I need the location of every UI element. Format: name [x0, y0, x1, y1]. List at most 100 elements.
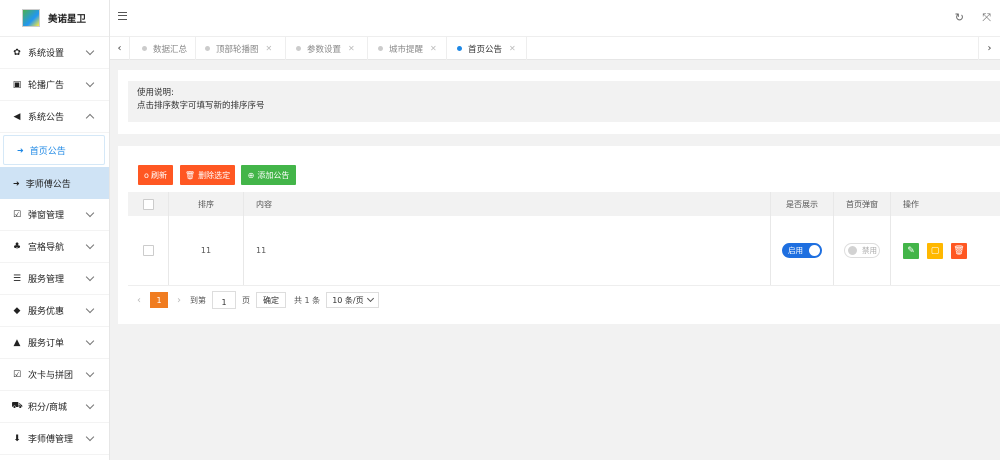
chevron-down-icon [85, 304, 95, 314]
page-size-select[interactable]: 10 条/页 [326, 292, 379, 308]
cart-icon: ⛟ [11, 401, 23, 411]
note-icon[interactable]: ▢ [927, 242, 943, 259]
goto-label: 到第 [190, 295, 206, 305]
download-icon: ⬇ [13, 433, 21, 444]
trash-icon: 🗑 [184, 170, 196, 180]
close-icon[interactable]: ✕ [430, 44, 437, 53]
row-content: 11 [244, 216, 771, 285]
notice-text: 点击排序数字可填写新的排序序号 [137, 101, 265, 111]
goto-confirm-button[interactable]: 确定 [256, 292, 286, 308]
popup-toggle[interactable]: 禁用 [844, 243, 880, 258]
tab-divider [285, 37, 286, 60]
refresh-button[interactable]: o 刷新 [138, 165, 173, 185]
tab-scroll-right-button[interactable]: › [978, 37, 1000, 60]
sidebar-item-system-settings[interactable]: ✿ 系统设置 [0, 37, 109, 69]
delete-selected-button-label: 删除选定 [198, 170, 231, 180]
add-notice-button[interactable]: ⊕ 添加公告 [241, 165, 296, 185]
tab-city-reminder[interactable]: 城市提醒 ✕ [378, 37, 437, 60]
sidebar-item-carousel-ads[interactable]: ▣ 轮播广告 [0, 69, 109, 101]
sidebar-item-label: 系统公告 [28, 113, 65, 123]
tab-dot [205, 46, 210, 51]
sidebar-item-service-discount[interactable]: ◆ 服务优惠 [0, 295, 109, 327]
tab-scroll-left-button[interactable]: ‹ [110, 37, 130, 60]
sidebar-item-label: 系统设置 [28, 49, 65, 59]
sign-in-icon: ➜ [13, 178, 20, 188]
tab-top-carousel[interactable]: 顶部轮播图 ✕ [205, 37, 272, 60]
image-icon: ▣ [12, 79, 22, 90]
sidebar-item-label: 李师傅管理 [28, 435, 74, 445]
page-size-value: 10 条/页 [332, 295, 364, 305]
fullscreen-icon[interactable]: ⤧ [982, 11, 991, 25]
tab-divider [526, 37, 527, 60]
show-toggle[interactable]: 启用 [782, 243, 822, 258]
menu-fold-icon[interactable] [118, 12, 127, 20]
tab-home-notice[interactable]: 首页公告 ✕ [457, 37, 516, 60]
tab-dot [457, 46, 462, 51]
sign-in-icon: ➜ [17, 145, 24, 155]
sidebar-item-label: 宫格导航 [28, 243, 65, 253]
chevron-down-icon [85, 272, 95, 282]
chevron-down-icon [85, 368, 95, 378]
toggle-knob [848, 246, 857, 255]
prev-page-icon[interactable]: ‹ [137, 295, 141, 306]
page-button-current[interactable]: 1 [150, 292, 168, 308]
sidebar-item-card-group[interactable]: ☑ 次卡与拼团 [0, 359, 109, 391]
header-sort[interactable]: 排序 [169, 192, 244, 216]
next-page-icon[interactable]: › [177, 295, 181, 306]
select-all-checkbox[interactable] [142, 198, 154, 210]
table-header: 排序 内容 是否展示 首页弹窗 操作 [128, 192, 1000, 216]
row-sort-value[interactable]: 11 [169, 216, 244, 285]
sidebar-subitem-home-notice[interactable]: ➜ 首页公告 [3, 135, 105, 165]
header-show: 是否展示 [771, 192, 834, 216]
tab-data-summary[interactable]: 数据汇总 [142, 37, 187, 60]
tag-icon: ◆ [13, 305, 21, 316]
chevron-down-icon [85, 208, 95, 218]
chevron-down-icon [85, 432, 95, 442]
sidebar-item-grid-nav[interactable]: ♣ 宫格导航 [0, 231, 109, 263]
logo-image [22, 9, 40, 27]
chevron-down-icon [85, 400, 95, 410]
refresh-button-label: 刷新 [150, 170, 167, 180]
delete-selected-button[interactable]: 🗑 删除选定 [180, 165, 235, 185]
close-icon[interactable]: ✕ [348, 44, 355, 53]
tab-label: 数据汇总 [153, 44, 188, 55]
sidebar-item-points-mall[interactable]: ⛟ 积分/商城 [0, 391, 109, 423]
tab-dot [296, 46, 301, 51]
sitemap-icon: ♣ [12, 241, 22, 252]
sidebar-subitem-label: 李师傅公告 [25, 179, 71, 190]
sidebar-subitem-li-notice[interactable]: ➜ 李师傅公告 [0, 167, 109, 199]
sidebar-item-label: 服务订单 [28, 339, 65, 349]
sidebar-item-label: 服务优惠 [28, 307, 65, 317]
sidebar-item-system-notice[interactable]: ◀ 系统公告 [0, 101, 109, 133]
tab-param-settings[interactable]: 参数设置 ✕ [296, 37, 355, 60]
close-icon[interactable]: ✕ [266, 44, 273, 53]
sidebar-item-li-management[interactable]: ⬇ 李师傅管理 [0, 423, 109, 455]
row-checkbox[interactable] [142, 245, 154, 256]
tab-divider [195, 37, 196, 60]
notice-table: 排序 内容 是否展示 首页弹窗 操作 11 11 启用 禁用 ✎ ▢ 🗑 [128, 192, 1000, 286]
logo-area[interactable]: 美诺星卫 [0, 0, 109, 37]
close-icon[interactable]: ✕ [509, 44, 516, 53]
row-popup-cell: 禁用 [834, 216, 891, 285]
table-row: 11 11 启用 禁用 ✎ ▢ 🗑 [128, 216, 1000, 286]
edit-icon[interactable]: ✎ [903, 242, 919, 259]
sidebar-item-service-management[interactable]: ☰ 服务管理 [0, 263, 109, 295]
trash-icon[interactable]: 🗑 [951, 242, 967, 259]
row-checkbox-cell [128, 216, 169, 285]
binoculars-icon: ▲ [13, 337, 21, 348]
tab-dot [142, 46, 147, 51]
sidebar-item-label: 轮播广告 [28, 81, 65, 91]
chevron-down-icon [85, 78, 95, 88]
goto-page-input[interactable]: 1 [212, 291, 236, 309]
sidebar-item-popup-management[interactable]: ☑ 弹窗管理 [0, 199, 109, 231]
show-toggle-label: 启用 [788, 246, 803, 255]
sidebar-item-service-orders[interactable]: ▲ 服务订单 [0, 327, 109, 359]
chevron-down-icon [366, 294, 374, 303]
tab-label: 顶部轮播图 [216, 44, 259, 55]
chevron-up-icon [85, 113, 95, 123]
header-actions: 操作 [903, 199, 919, 209]
sidebar-item-label: 积分/商城 [28, 403, 68, 413]
chevron-down-icon [85, 46, 95, 56]
row-show-cell: 启用 [771, 216, 834, 285]
refresh-icon[interactable]: ↻ [955, 11, 964, 24]
